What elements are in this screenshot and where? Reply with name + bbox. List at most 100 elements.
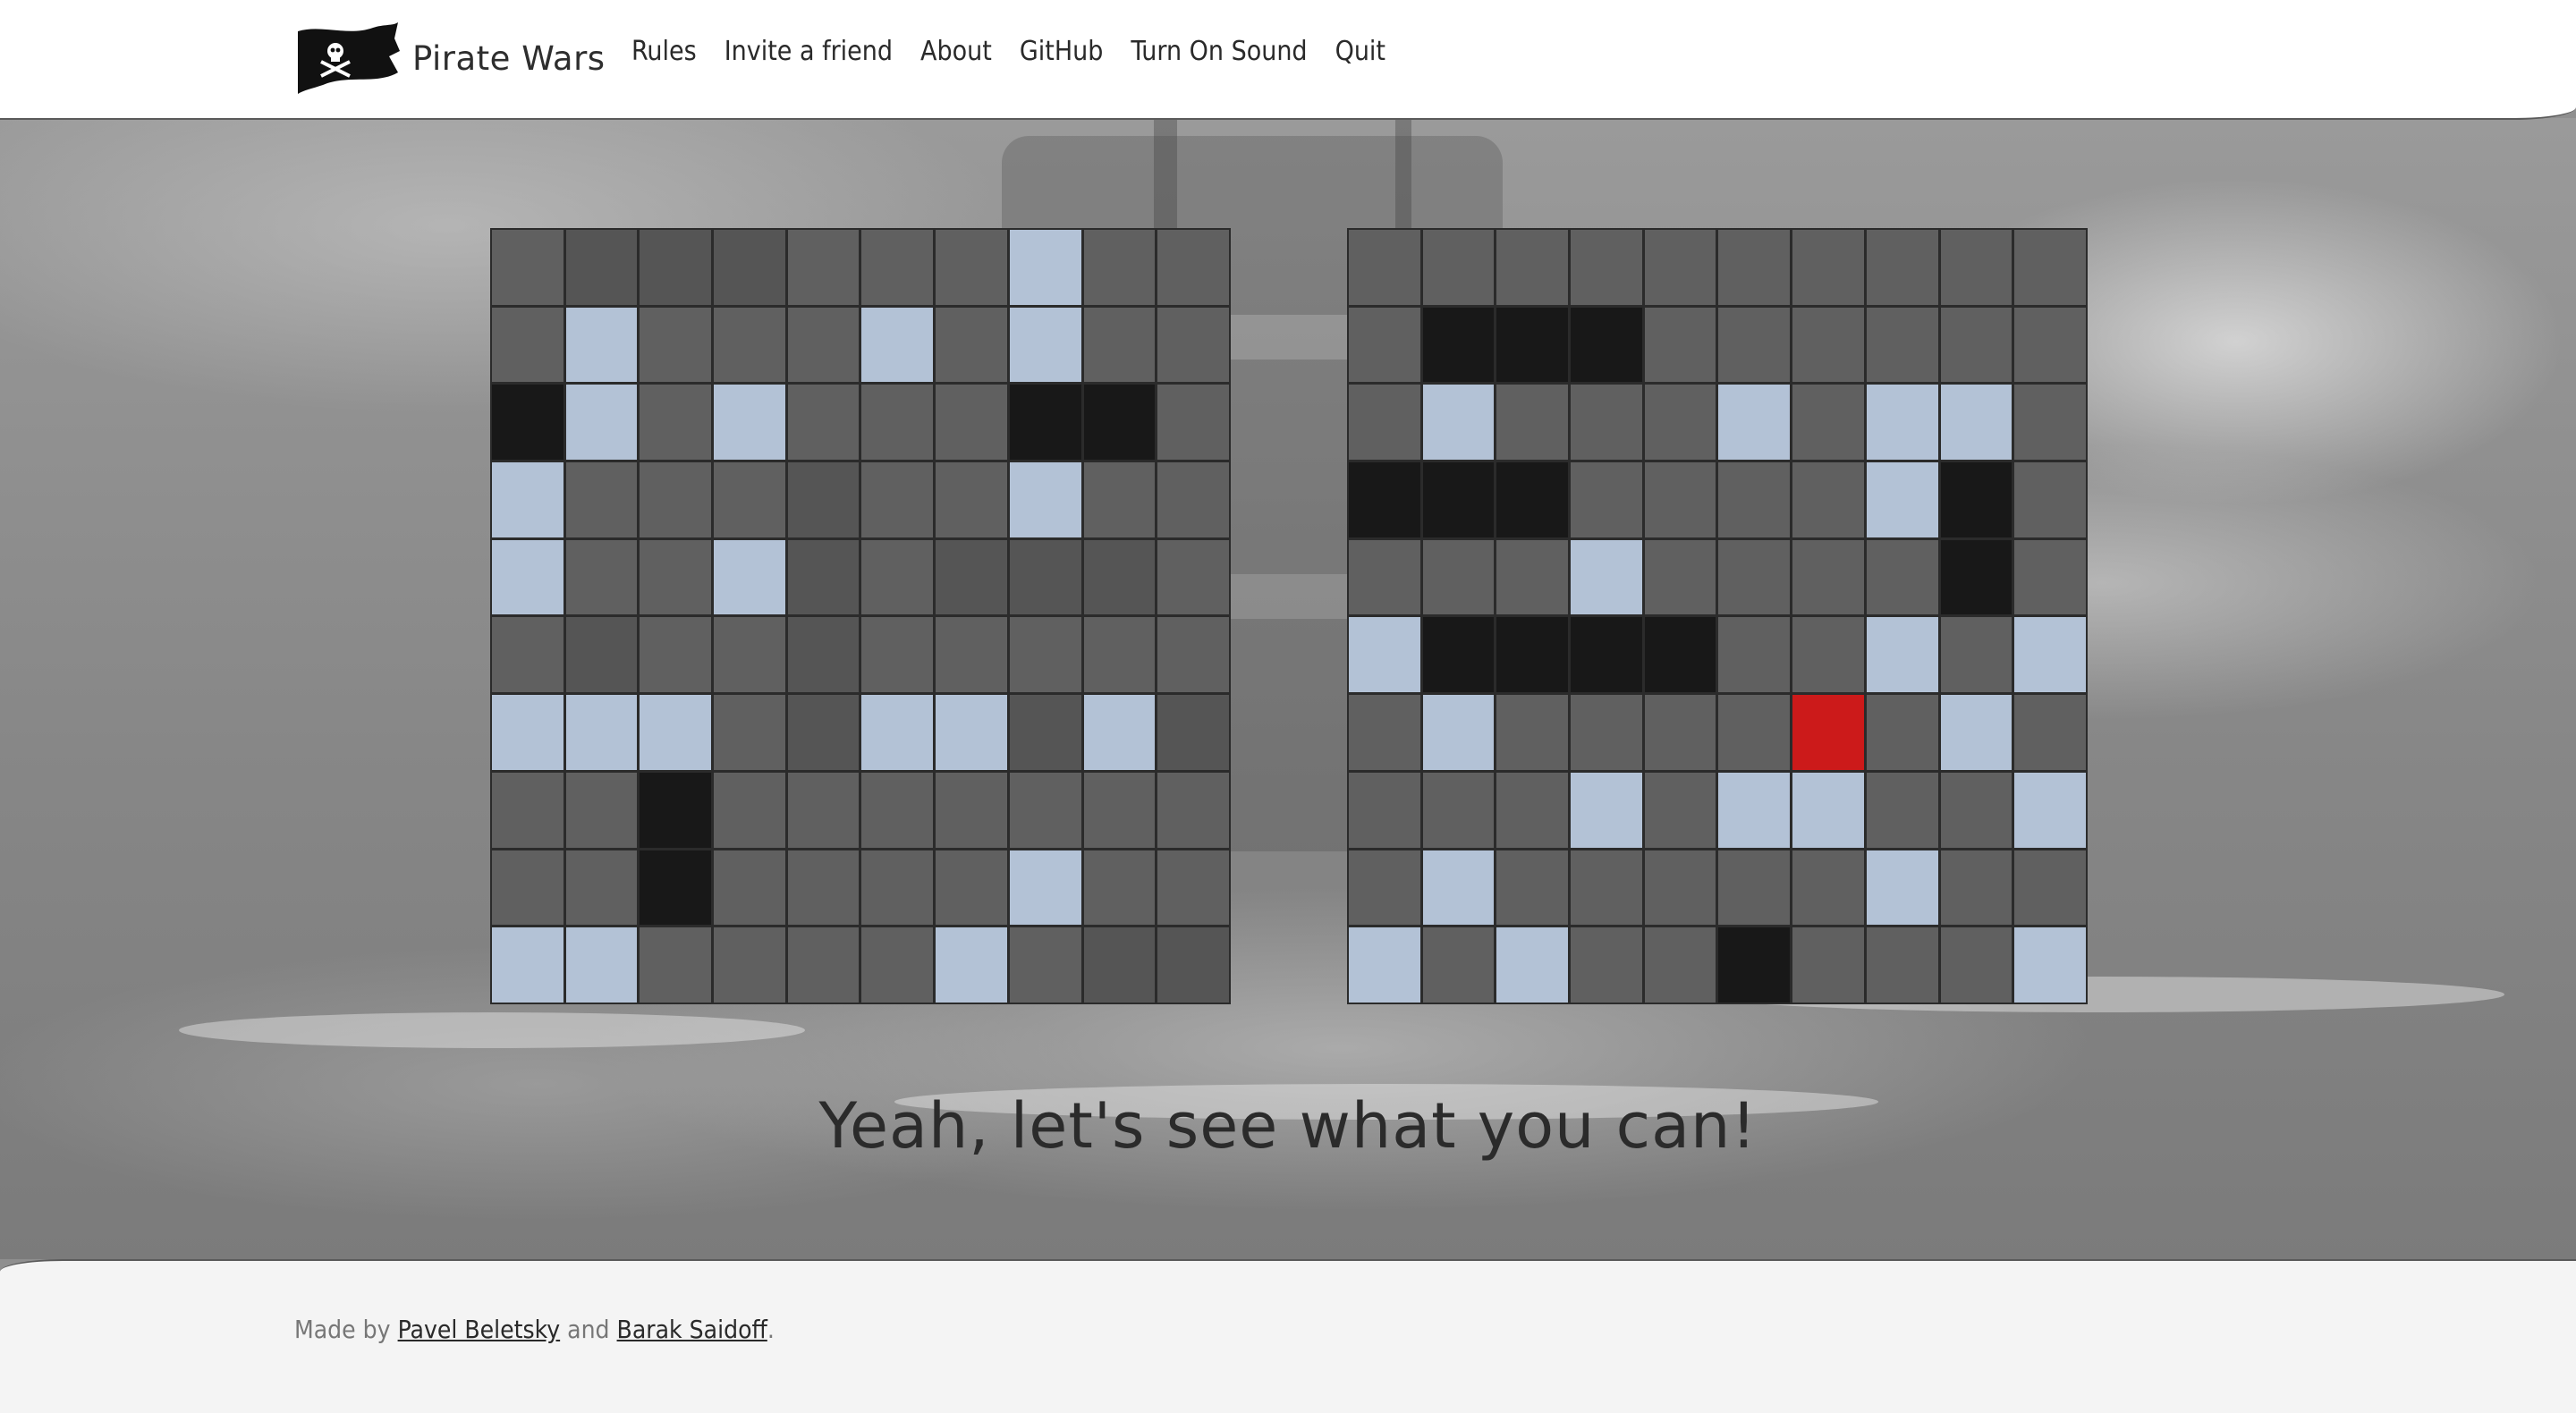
cell-empty[interactable] xyxy=(1571,850,1642,926)
cell-empty[interactable] xyxy=(1644,230,1716,305)
cell-empty[interactable] xyxy=(1792,539,1864,615)
cell-miss[interactable] xyxy=(2014,617,2086,693)
cell-empty[interactable] xyxy=(1718,850,1791,926)
cell-empty[interactable] xyxy=(1571,385,1642,461)
cell-hit[interactable] xyxy=(1571,617,1642,693)
cell-empty[interactable] xyxy=(1940,307,2012,383)
cell-hit[interactable] xyxy=(1422,617,1495,693)
cell-empty[interactable] xyxy=(1718,695,1791,770)
cell-miss[interactable] xyxy=(1940,695,2012,770)
cell-miss[interactable] xyxy=(1496,927,1569,1003)
nav-quit[interactable]: Quit xyxy=(1335,36,1385,67)
cell-miss[interactable] xyxy=(2014,772,2086,848)
cell-empty[interactable] xyxy=(1349,307,1420,383)
cell-empty[interactable] xyxy=(1866,927,1938,1003)
cell-hit[interactable] xyxy=(1940,462,2012,537)
cell-empty[interactable] xyxy=(1644,850,1716,926)
cell-miss[interactable] xyxy=(1792,772,1864,848)
cell-empty[interactable] xyxy=(1422,539,1495,615)
cell-hit[interactable] xyxy=(1496,462,1569,537)
cell-empty[interactable] xyxy=(1718,307,1791,383)
cell-hit[interactable] xyxy=(1496,617,1569,693)
cell-miss[interactable] xyxy=(1571,772,1642,848)
cell-empty[interactable] xyxy=(1496,772,1569,848)
cell-miss[interactable] xyxy=(1349,927,1420,1003)
cell-empty[interactable] xyxy=(2014,462,2086,537)
cell-empty[interactable] xyxy=(1644,385,1716,461)
cell-selected[interactable] xyxy=(1792,695,1864,770)
cell-empty[interactable] xyxy=(1644,695,1716,770)
brand[interactable]: Pirate Wars xyxy=(294,20,606,97)
cell-empty[interactable] xyxy=(1792,617,1864,693)
cell-empty[interactable] xyxy=(1792,462,1864,537)
nav-sound-toggle[interactable]: Turn On Sound xyxy=(1131,36,1307,67)
cell-empty[interactable] xyxy=(2014,230,2086,305)
cell-empty[interactable] xyxy=(1940,850,2012,926)
cell-miss[interactable] xyxy=(1866,617,1938,693)
cell-empty[interactable] xyxy=(1866,307,1938,383)
cell-empty[interactable] xyxy=(2014,539,2086,615)
cell-empty[interactable] xyxy=(1571,927,1642,1003)
cell-empty[interactable] xyxy=(1571,462,1642,537)
cell-empty[interactable] xyxy=(1496,385,1569,461)
cell-empty[interactable] xyxy=(1349,385,1420,461)
cell-miss[interactable] xyxy=(1866,462,1938,537)
cell-miss[interactable] xyxy=(1718,772,1791,848)
cell-empty[interactable] xyxy=(1866,539,1938,615)
author-link-pavel[interactable]: Pavel Beletsky xyxy=(398,1315,561,1344)
cell-empty[interactable] xyxy=(1571,695,1642,770)
nav-rules[interactable]: Rules xyxy=(631,36,697,67)
cell-hit[interactable] xyxy=(1940,539,2012,615)
nav-github[interactable]: GitHub xyxy=(1020,36,1104,67)
cell-empty[interactable] xyxy=(1940,230,2012,305)
cell-empty[interactable] xyxy=(1496,230,1569,305)
cell-miss[interactable] xyxy=(2014,927,2086,1003)
cell-empty[interactable] xyxy=(1644,772,1716,848)
cell-empty[interactable] xyxy=(1422,772,1495,848)
cell-empty[interactable] xyxy=(1866,230,1938,305)
cell-hit[interactable] xyxy=(1718,927,1791,1003)
cell-hit[interactable] xyxy=(1349,462,1420,537)
cell-empty[interactable] xyxy=(2014,850,2086,926)
cell-empty[interactable] xyxy=(1718,539,1791,615)
cell-miss[interactable] xyxy=(1866,385,1938,461)
cell-empty[interactable] xyxy=(1718,230,1791,305)
nav-about[interactable]: About xyxy=(920,36,992,67)
cell-empty[interactable] xyxy=(1792,230,1864,305)
cell-miss[interactable] xyxy=(1422,385,1495,461)
cell-empty[interactable] xyxy=(1644,462,1716,537)
cell-hit[interactable] xyxy=(1644,617,1716,693)
cell-empty[interactable] xyxy=(1940,927,2012,1003)
cell-empty[interactable] xyxy=(1496,695,1569,770)
cell-empty[interactable] xyxy=(1792,927,1864,1003)
nav-invite-friend[interactable]: Invite a friend xyxy=(724,36,893,67)
cell-empty[interactable] xyxy=(1422,927,1495,1003)
cell-empty[interactable] xyxy=(1940,617,2012,693)
cell-hit[interactable] xyxy=(1422,462,1495,537)
cell-empty[interactable] xyxy=(1940,772,2012,848)
cell-empty[interactable] xyxy=(1792,307,1864,383)
cell-empty[interactable] xyxy=(2014,385,2086,461)
cell-miss[interactable] xyxy=(1349,617,1420,693)
author-link-barak[interactable]: Barak Saidoff xyxy=(617,1315,767,1344)
cell-empty[interactable] xyxy=(1792,385,1864,461)
cell-miss[interactable] xyxy=(1718,385,1791,461)
cell-empty[interactable] xyxy=(1349,850,1420,926)
cell-empty[interactable] xyxy=(1866,772,1938,848)
cell-empty[interactable] xyxy=(1644,307,1716,383)
cell-empty[interactable] xyxy=(1349,772,1420,848)
cell-empty[interactable] xyxy=(1496,850,1569,926)
cell-empty[interactable] xyxy=(1718,617,1791,693)
cell-empty[interactable] xyxy=(2014,307,2086,383)
cell-miss[interactable] xyxy=(1866,850,1938,926)
cell-empty[interactable] xyxy=(1349,230,1420,305)
cell-empty[interactable] xyxy=(1792,850,1864,926)
cell-miss[interactable] xyxy=(1422,695,1495,770)
cell-miss[interactable] xyxy=(1571,539,1642,615)
cell-empty[interactable] xyxy=(1571,230,1642,305)
cell-empty[interactable] xyxy=(2014,695,2086,770)
cell-empty[interactable] xyxy=(1422,230,1495,305)
cell-hit[interactable] xyxy=(1571,307,1642,383)
cell-hit[interactable] xyxy=(1422,307,1495,383)
cell-miss[interactable] xyxy=(1422,850,1495,926)
